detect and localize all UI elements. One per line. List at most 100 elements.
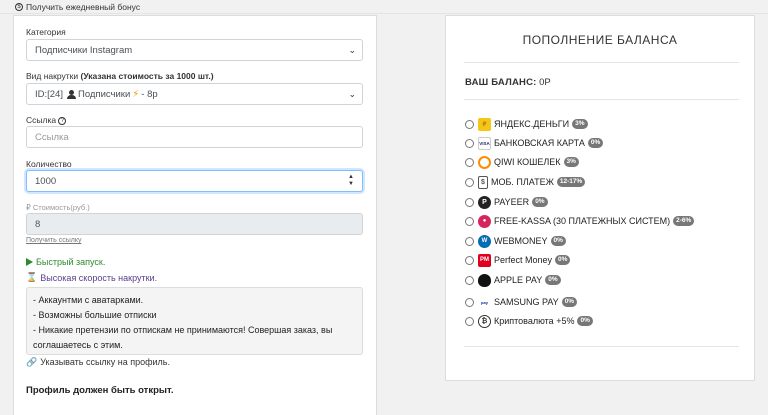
radio-button[interactable] — [465, 119, 474, 129]
bitcoin-icon: ₿ — [478, 314, 491, 328]
boost-type-hint: (Указана стоимость за 1000 шт.) — [80, 71, 214, 81]
method-name: ЯНДЕКС.ДЕНЬГИ — [494, 119, 570, 129]
category-label: Категория — [26, 27, 66, 37]
panel-title: ПОПОЛНЕНИЕ БАЛАНСА — [522, 33, 678, 47]
category-value: Подписчики Instagram — [35, 44, 133, 56]
method-name: PAYEER — [494, 197, 530, 207]
radio-button[interactable] — [465, 157, 474, 167]
cost-field: 8 — [26, 213, 363, 235]
profile-link-note: 🔗 Указывать ссылку на профиль. — [26, 357, 170, 368]
payment-method-mobile[interactable]: $ МОБ. ПЛАТЕЖ 12-17% — [465, 175, 586, 189]
fee-badge: 0% — [545, 275, 561, 285]
method-name: МОБ. ПЛАТЕЖ — [491, 177, 554, 187]
mobile-payment-icon: $ — [478, 175, 488, 189]
radio-button[interactable] — [465, 177, 474, 187]
cost-label: ₽ Стоимость(руб.) — [26, 203, 90, 212]
method-name: Криптовалюта +5% — [494, 316, 575, 326]
link-icon: 🔗 — [26, 357, 38, 367]
chevron-down-icon: ⌄ — [348, 89, 356, 99]
link-label-text: Ссылка — [26, 115, 57, 125]
payment-method-yandex-money[interactable]: ₽ ЯНДЕКС.ДЕНЬГИ 3% — [465, 117, 588, 131]
description-line: - Аккаунтми с аватарками. — [33, 295, 144, 305]
link-input[interactable]: Ссылка — [26, 126, 363, 148]
feature-high-speed: ⌛ Высокая скорость накрутки. — [26, 272, 157, 283]
balance-value: 0Р — [539, 77, 551, 88]
profile-link-note-text: Указывать ссылку на профиль. — [40, 357, 170, 367]
radio-button[interactable] — [465, 297, 474, 307]
free-kassa-icon: ● — [478, 214, 491, 228]
quantity-value: 1000 — [35, 175, 57, 187]
fee-badge: 2-6% — [673, 216, 695, 226]
divider — [464, 99, 739, 100]
link-placeholder: Ссылка — [35, 131, 69, 143]
fee-badge: 3% — [563, 157, 579, 167]
quantity-label: Количество — [26, 159, 72, 169]
get-link-link[interactable]: Получить ссылку — [26, 237, 81, 244]
payment-method-webmoney[interactable]: W WEBMONEY 0% — [465, 234, 566, 248]
description-line: - Возможны большие отписки — [33, 310, 157, 320]
help-icon[interactable]: ? — [58, 116, 67, 125]
payment-method-bank-card[interactable]: VISA БАНКОВСКАЯ КАРТА 0% — [465, 136, 604, 150]
payment-method-apple-pay[interactable]: APPLE PAY 0% — [465, 273, 561, 287]
perfect-money-icon: PM — [478, 253, 491, 267]
daily-bonus-label: Получить ежедневный бонус — [26, 2, 141, 12]
method-name: SAMSUNG PAY — [494, 297, 559, 307]
payment-method-free-kassa[interactable]: ● FREE-KASSA (30 ПЛАТЕЖНЫХ СИСТЕМ) 2-6% — [465, 214, 695, 228]
method-name: WEBMONEY — [494, 236, 548, 246]
order-form-panel: Категория Подписчики Instagram ⌄ Вид нак… — [13, 15, 377, 415]
quantity-input[interactable]: 1000 ▲ ▼ — [26, 170, 363, 192]
category-select[interactable]: Подписчики Instagram ⌄ — [26, 39, 363, 61]
play-icon — [26, 258, 33, 266]
payment-method-perfect-money[interactable]: PM Perfect Money 0% — [465, 253, 571, 267]
chevron-down-icon: ⌄ — [348, 45, 356, 55]
method-name: БАНКОВСКАЯ КАРТА — [494, 138, 585, 148]
radio-button[interactable] — [465, 216, 474, 226]
samsung-pay-icon: pay — [478, 295, 491, 309]
fee-badge: 0% — [555, 255, 571, 265]
daily-bonus-link[interactable]: $ Получить ежедневный бонус — [15, 2, 140, 12]
radio-button[interactable] — [465, 197, 474, 207]
payment-method-qiwi[interactable]: QIWI КОШЕЛЕК 3% — [465, 155, 579, 169]
description-line: - Никакие претензии по отпискам не прини… — [33, 325, 333, 350]
feature-fast-start-text: Быстрый запуск. — [36, 257, 106, 267]
user-icon — [67, 89, 76, 99]
payment-method-crypto[interactable]: ₿ Криптовалюта +5% 0% — [465, 314, 593, 328]
method-name: FREE-KASSA (30 ПЛАТЕЖНЫХ СИСТЕМ) — [494, 216, 671, 226]
boost-type-select[interactable]: ID:[24] Подписчики ⚡ - 8р ⌄ — [26, 83, 363, 105]
fee-badge: 0% — [561, 297, 578, 307]
boost-type-label: Вид накрутки (Указана стоимость за 1000 … — [26, 71, 214, 81]
balance-display: ВАШ БАЛАНС: 0Р — [465, 77, 551, 88]
fee-badge: 12-17% — [556, 177, 586, 187]
radio-button[interactable] — [465, 255, 474, 265]
method-name: Perfect Money — [494, 255, 553, 265]
boost-type-label-text: Вид накрутки — [26, 71, 79, 81]
bank-card-icon: VISA — [478, 136, 491, 150]
boost-type-id: ID:[24] — [35, 88, 63, 100]
divider — [464, 62, 739, 63]
boost-type-name: Подписчики — [78, 88, 131, 100]
balance-panel: ПОПОЛНЕНИЕ БАЛАНСА ВАШ БАЛАНС: 0Р ₽ ЯНДЕ… — [445, 15, 755, 381]
radio-button[interactable] — [465, 236, 474, 246]
cost-value: 8 — [35, 218, 41, 230]
balance-label: ВАШ БАЛАНС: — [465, 77, 537, 88]
fee-badge: 0% — [587, 138, 604, 148]
coin-icon: $ — [15, 3, 23, 11]
method-name: QIWI КОШЕЛЕК — [494, 157, 561, 167]
payment-method-samsung-pay[interactable]: pay SAMSUNG PAY 0% — [465, 295, 578, 309]
radio-button[interactable] — [465, 275, 474, 285]
payeer-icon: P — [478, 195, 491, 209]
webmoney-icon: W — [478, 234, 491, 248]
radio-button[interactable] — [465, 138, 474, 148]
payment-method-payeer[interactable]: P PAYEER 0% — [465, 195, 548, 209]
fee-badge: 3% — [572, 119, 588, 129]
stepper-arrows-icon[interactable]: ▲ ▼ — [348, 174, 354, 188]
fee-badge: 0% — [550, 236, 566, 246]
service-description: - Аккаунтми с аватарками. - Возможны бол… — [26, 287, 363, 355]
link-label: Ссылка ? — [26, 115, 67, 125]
hourglass-icon: ⌛ — [26, 272, 38, 282]
radio-button[interactable] — [465, 316, 474, 326]
method-name: APPLE PAY — [494, 275, 543, 285]
apple-pay-icon — [478, 273, 491, 287]
profile-open-warning: Профиль должен быть открыт. — [26, 385, 174, 396]
boost-type-price: - 8р — [141, 88, 158, 100]
